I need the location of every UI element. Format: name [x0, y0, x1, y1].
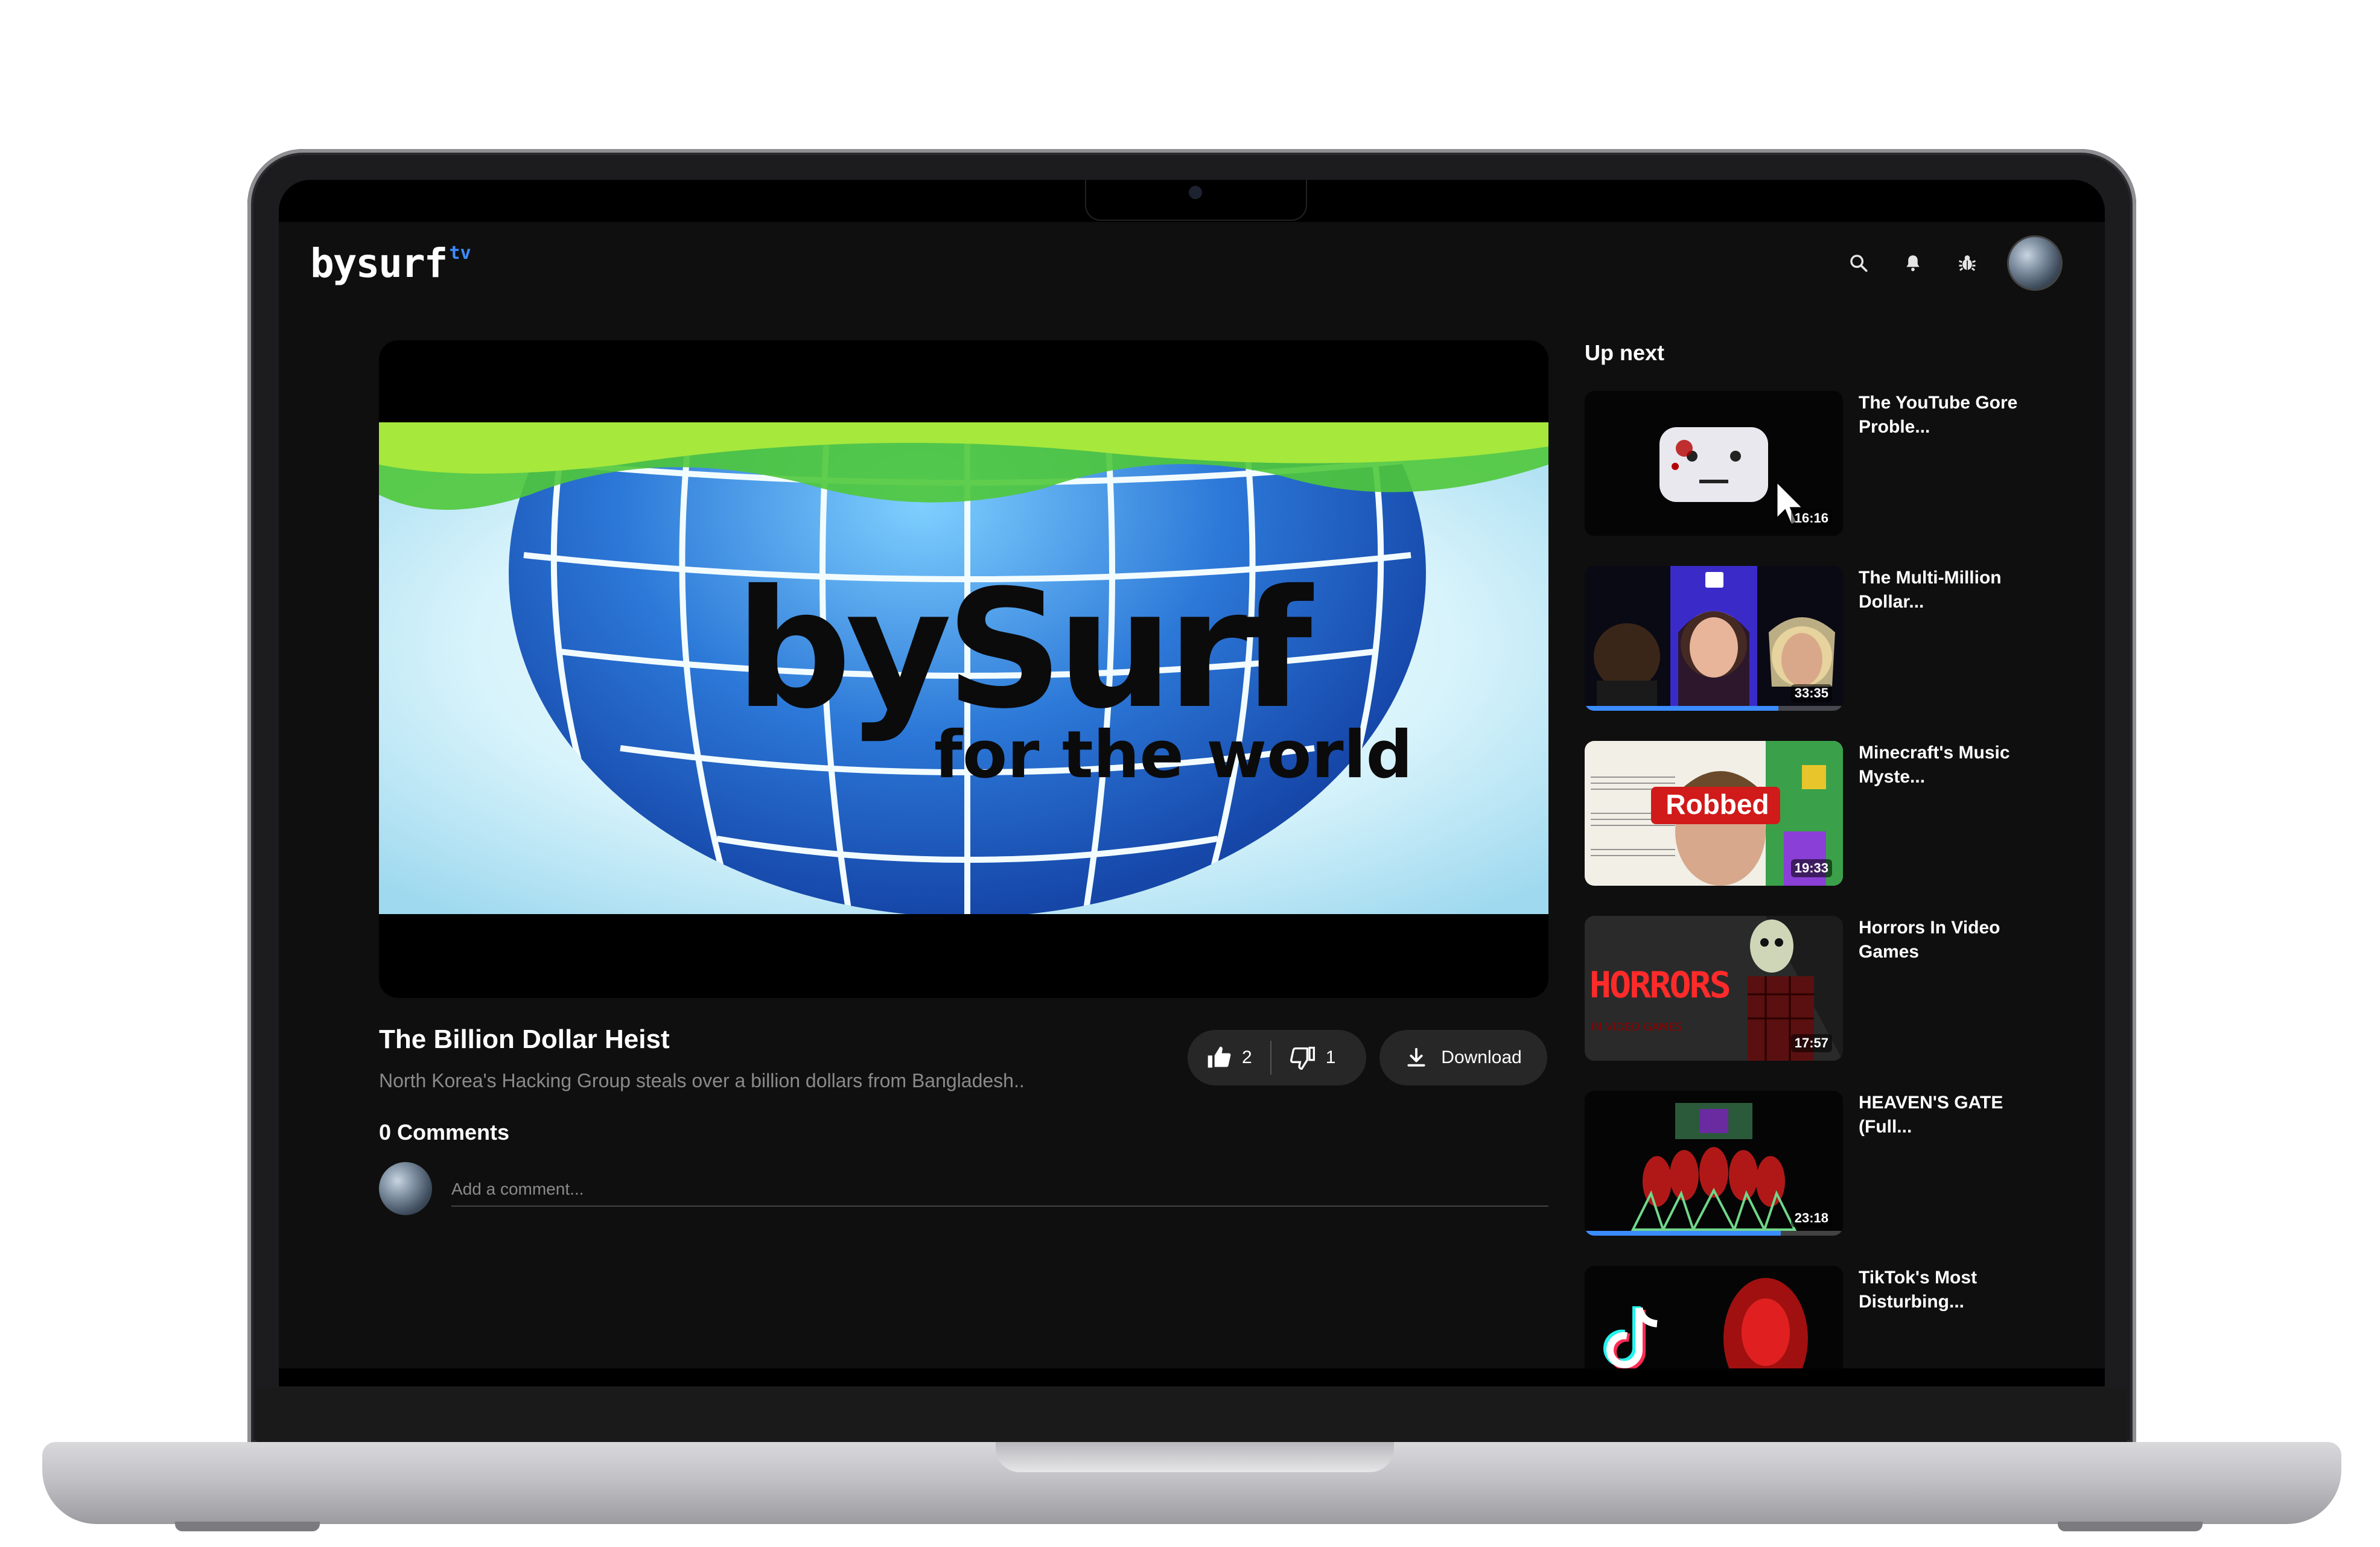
laptop-foot — [175, 1522, 320, 1531]
logo-text: bysurf — [310, 240, 448, 287]
thumbs-down-icon — [1290, 1046, 1315, 1070]
up-next-item[interactable]: 33:35 The Multi-Million Dollar... — [1585, 566, 2055, 711]
video-player[interactable]: bySurf for the world — [379, 340, 1548, 998]
video-thumbnail: 16:16 — [1585, 391, 1843, 536]
download-icon — [1407, 1047, 1425, 1067]
comments-heading: 0 Comments — [379, 1120, 510, 1145]
comment-input[interactable] — [451, 1173, 1548, 1207]
user-avatar[interactable] — [2007, 235, 2063, 291]
logo[interactable]: bysurf tv — [310, 240, 471, 287]
like-button[interactable]: 2 — [1188, 1030, 1270, 1085]
laptop-chin — [256, 1388, 2127, 1447]
video-thumbnail — [1585, 1266, 1843, 1368]
commenter-avatar — [379, 1162, 432, 1215]
video-duration: 16:16 — [1790, 509, 1832, 527]
search-icon[interactable] — [1844, 249, 1873, 278]
download-button[interactable]: Download — [1379, 1030, 1547, 1085]
up-next-item[interactable]: 16:16 The YouTube Gore Proble... — [1585, 391, 2055, 536]
video-title: HEAVEN'S GATE (Full... — [1859, 1093, 2003, 1137]
dislike-count: 1 — [1325, 1047, 1336, 1067]
logo-suffix: tv — [449, 243, 471, 264]
up-next-item[interactable]: 23:18 HEAVEN'S GATE (Full... — [1585, 1091, 2055, 1236]
video-duration: 17:57 — [1790, 1034, 1832, 1052]
video-overlay-title: bySurf — [735, 554, 1315, 745]
like-count: 2 — [1242, 1047, 1252, 1067]
video-thumbnail: IN VIDEO GAMES HORRORS 17:57 — [1585, 916, 1843, 1061]
like-dislike-group: 2 1 — [1188, 1030, 1366, 1085]
video-thumbnail: 23:18 — [1585, 1091, 1843, 1236]
video-title: Horrors In Video Games — [1859, 918, 2000, 962]
thumbnail-caption: Robbed — [1666, 789, 1769, 820]
video-title: The Multi-Million Dollar... — [1859, 568, 2002, 612]
video-frame: bySurf for the world — [379, 340, 1548, 917]
download-label: Download — [1441, 1047, 1522, 1067]
video-thumbnail: 33:35 — [1585, 566, 1843, 711]
laptop-foot — [2058, 1522, 2203, 1531]
up-next-heading: Up next — [1585, 340, 1665, 365]
video-description: North Korea's Hacking Group steals over … — [379, 1070, 1025, 1091]
watch-progress — [1585, 1231, 1781, 1236]
video-title: The Billion Dollar Heist — [379, 1024, 670, 1054]
bug-icon[interactable] — [1953, 249, 1982, 278]
thumbnail-caption: HORRORS — [1589, 964, 1731, 1006]
video-title: TikTok's Most Disturbing... — [1859, 1268, 1978, 1312]
up-next-item[interactable]: Robbed 19:33 Minecraft's Music Myste... — [1585, 741, 2055, 886]
bell-icon[interactable] — [1898, 249, 1927, 278]
dislike-button[interactable]: 1 — [1271, 1030, 1354, 1085]
app-screen: bysurf tv bySurf for the world The Billi… — [279, 222, 2105, 1368]
watch-progress-track — [1585, 1231, 1843, 1236]
up-next-item[interactable]: TikTok's Most Disturbing... — [1585, 1266, 2055, 1368]
video-title: The YouTube Gore Proble... — [1859, 393, 2018, 437]
watch-progress — [1585, 706, 1778, 711]
video-duration: 19:33 — [1790, 859, 1832, 877]
header-actions — [1844, 235, 2063, 291]
webcam — [1189, 186, 1202, 199]
video-thumbnail: Robbed 19:33 — [1585, 741, 1843, 886]
video-overlay-subtitle: for the world — [934, 717, 1413, 793]
video-title: Minecraft's Music Myste... — [1859, 743, 2010, 787]
video-duration: 33:35 — [1790, 684, 1832, 702]
svg-text:IN VIDEO GAMES: IN VIDEO GAMES — [1591, 1021, 1682, 1034]
video-actions: 2 1 Download — [1188, 1030, 1547, 1085]
thumbs-up-icon — [1208, 1046, 1231, 1068]
globe-artwork: bySurf for the world — [379, 340, 1548, 917]
laptop-opening-notch — [996, 1442, 1394, 1472]
up-next-item[interactable]: IN VIDEO GAMES HORRORS 17:57 Horrors In … — [1585, 916, 2055, 1061]
watch-progress-track — [1585, 706, 1843, 711]
video-duration: 23:18 — [1790, 1209, 1832, 1227]
